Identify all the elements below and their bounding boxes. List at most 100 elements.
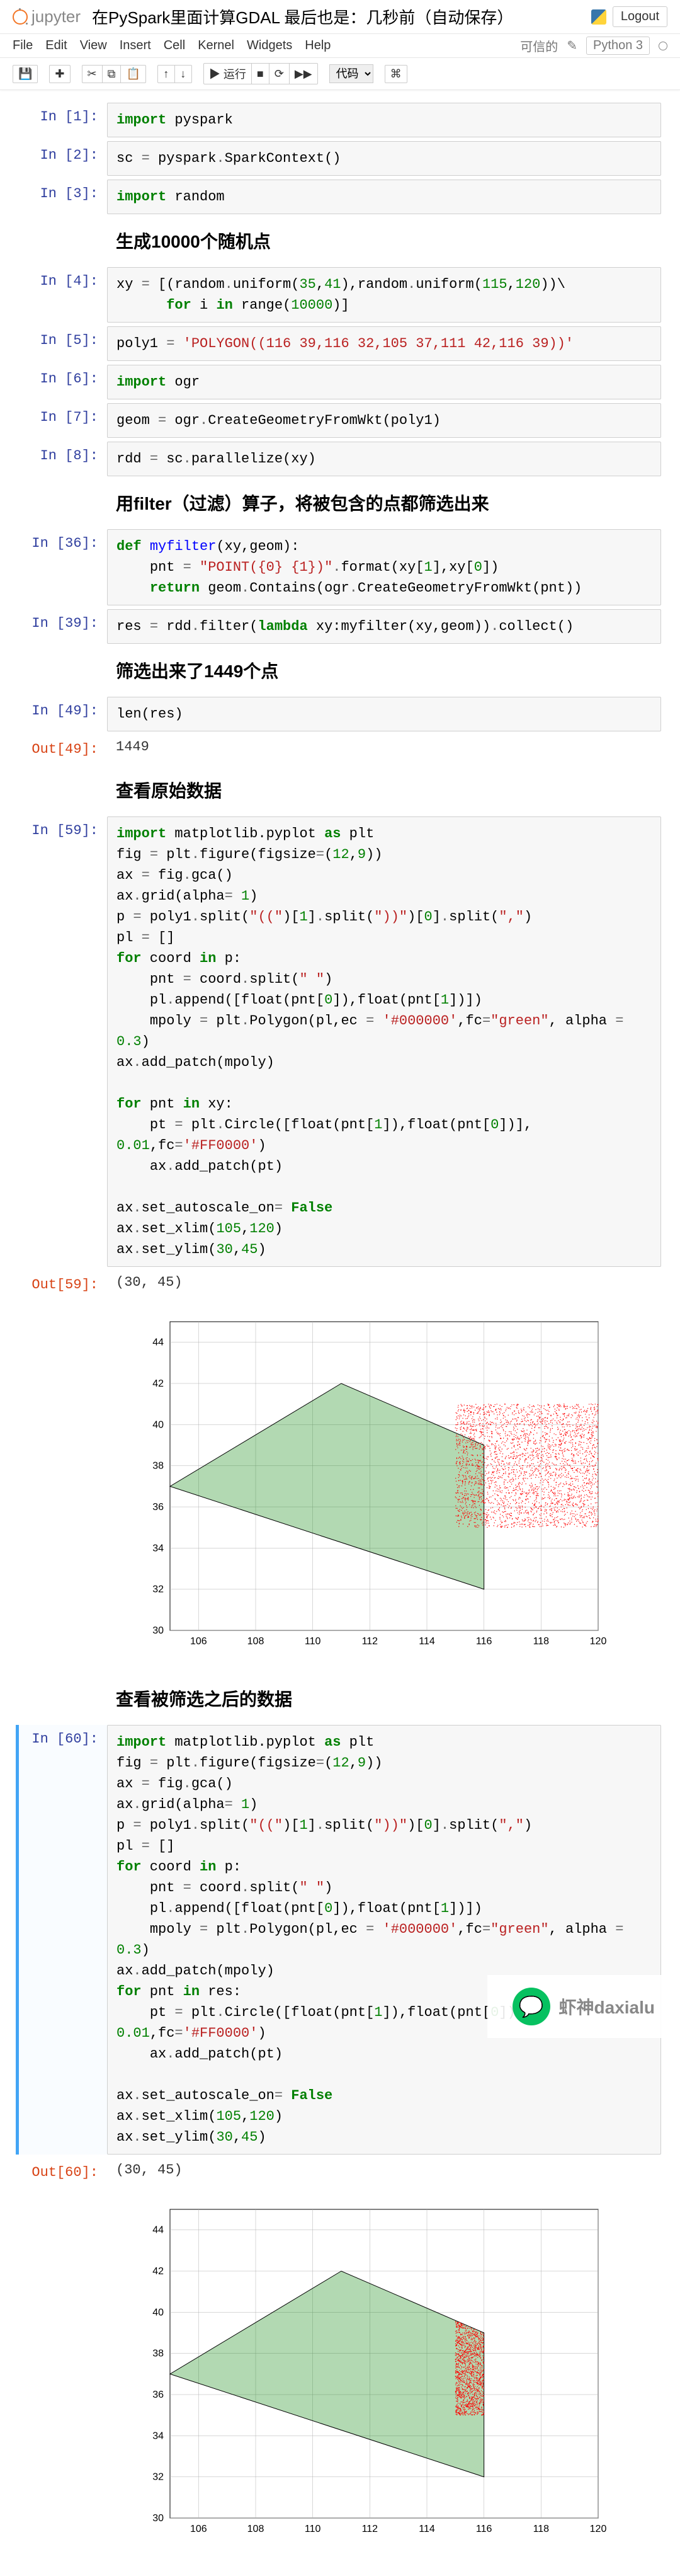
- cell-content[interactable]: xy = [(random.uniform(35,41),random.unif…: [107, 267, 661, 323]
- code-cell[interactable]: In [5]:poly1 = 'POLYGON((116 39,116 32,1…: [19, 326, 661, 361]
- code-cell[interactable]: In [60]:import matplotlib.pyplot as plt …: [16, 1725, 661, 2155]
- header-left: jupyter 在PySpark里面计算GDAL 最后也是：几秒前（自动保存）: [13, 5, 513, 28]
- svg-text:32: 32: [152, 2472, 164, 2483]
- menu-edit[interactable]: Edit: [45, 38, 67, 53]
- output-cell[interactable]: Out[59]:(30, 45): [19, 1271, 661, 1299]
- svg-text:118: 118: [533, 1636, 550, 1647]
- md-cell[interactable]: 筛选出来了1449个点: [19, 648, 661, 693]
- menubar-right: 可信的 ✎ Python 3: [520, 37, 667, 55]
- cell-type-select[interactable]: 代码: [329, 64, 373, 83]
- trusted-label[interactable]: 可信的: [520, 37, 558, 55]
- cell-content: 1449: [107, 735, 661, 764]
- code-cell[interactable]: In [36]:def myfilter(xy,geom): pnt = "PO…: [19, 529, 661, 605]
- cell-content: (30, 45): [107, 1271, 661, 1299]
- code-cell[interactable]: In [59]:import matplotlib.pyplot as plt …: [19, 816, 661, 1267]
- cell-content: 用filter（过滤）算子，将被包含的点都筛选出来: [107, 480, 661, 525]
- plot-svg: 1061081101121141161181203032343638404244: [132, 1309, 611, 1662]
- svg-text:32: 32: [152, 1584, 164, 1595]
- md-heading: 生成10000个随机点: [116, 228, 652, 253]
- cell-content[interactable]: sc = pyspark.SparkContext(): [107, 141, 661, 176]
- prompt: In [39]:: [19, 609, 107, 644]
- svg-text:110: 110: [305, 1636, 321, 1647]
- cell-content[interactable]: import matplotlib.pyplot as plt fig = pl…: [107, 1725, 661, 2155]
- plot-cell[interactable]: 1061081101121141161181203032343638404244: [19, 1303, 661, 1672]
- menu-kernel[interactable]: Kernel: [198, 38, 234, 53]
- menu-widgets[interactable]: Widgets: [247, 38, 292, 53]
- cut-button[interactable]: ✂: [82, 65, 103, 83]
- svg-text:106: 106: [190, 2524, 207, 2534]
- add-cell-button[interactable]: ✚: [49, 65, 70, 83]
- menu-help[interactable]: Help: [305, 38, 331, 53]
- notebook-name[interactable]: 在PySpark里面计算GDAL 最后也是：几秒前（自动保存）: [92, 5, 513, 28]
- svg-text:36: 36: [152, 2390, 164, 2400]
- kernel-name[interactable]: Python 3: [586, 37, 650, 55]
- cell-content[interactable]: poly1 = 'POLYGON((116 39,116 32,105 37,1…: [107, 326, 661, 361]
- code-cell[interactable]: In [6]:import ogr: [19, 365, 661, 399]
- prompt: Out[60]:: [19, 2158, 107, 2187]
- svg-text:36: 36: [152, 1502, 164, 1513]
- md-cell[interactable]: 查看被筛选之后的数据: [19, 1676, 661, 1721]
- prompt: In [5]:: [19, 326, 107, 361]
- md-cell[interactable]: 查看原始数据: [19, 767, 661, 813]
- save-button[interactable]: 💾: [13, 65, 38, 83]
- logo-text: jupyter: [31, 7, 81, 26]
- code-cell[interactable]: In [39]:res = rdd.filter(lambda xy:myfil…: [19, 609, 661, 644]
- paste-button[interactable]: 📋: [120, 65, 145, 83]
- menu-file[interactable]: File: [13, 38, 33, 53]
- cell-content[interactable]: import matplotlib.pyplot as plt fig = pl…: [107, 816, 661, 1267]
- prompt: In [59]:: [19, 816, 107, 1267]
- copy-button[interactable]: ⧉: [102, 65, 122, 83]
- prompt: In [8]:: [19, 442, 107, 476]
- output-cell[interactable]: Out[60]:(30, 45): [19, 2158, 661, 2187]
- move-down-button[interactable]: ↓: [174, 65, 192, 83]
- md-heading: 查看原始数据: [116, 777, 652, 803]
- cell-content: 1061081101121141161181203032343638404244: [107, 2190, 611, 2560]
- prompt: In [4]:: [19, 267, 107, 323]
- cell-content[interactable]: import random: [107, 180, 661, 214]
- menu-cell[interactable]: Cell: [164, 38, 185, 53]
- svg-text:38: 38: [152, 2349, 164, 2359]
- logout-button[interactable]: Logout: [613, 6, 667, 27]
- cell-content[interactable]: res = rdd.filter(lambda xy:myfilter(xy,g…: [107, 609, 661, 644]
- restart-button[interactable]: ⟳: [269, 63, 290, 84]
- cell-content[interactable]: rdd = sc.parallelize(xy): [107, 442, 661, 476]
- stop-button[interactable]: ■: [251, 63, 269, 84]
- code-cell[interactable]: In [2]:sc = pyspark.SparkContext(): [19, 141, 661, 176]
- output-cell[interactable]: Out[49]:1449: [19, 735, 661, 764]
- prompt: [19, 2190, 107, 2560]
- prompt: [19, 1303, 107, 1672]
- code-cell[interactable]: In [7]:geom = ogr.CreateGeometryFromWkt(…: [19, 403, 661, 438]
- prompt: In [6]:: [19, 365, 107, 399]
- code-cell[interactable]: In [3]:import random: [19, 180, 661, 214]
- command-palette-button[interactable]: ⌘: [385, 65, 407, 83]
- md-cell[interactable]: 用filter（过滤）算子，将被包含的点都筛选出来: [19, 480, 661, 525]
- md-heading: 筛选出来了1449个点: [116, 658, 652, 683]
- md-cell[interactable]: 生成10000个随机点: [19, 218, 661, 263]
- run-button[interactable]: ▶ 运行: [203, 63, 252, 84]
- jupyter-logo[interactable]: jupyter: [13, 7, 81, 26]
- watermark-text: 虾神daxialu: [559, 1994, 655, 2019]
- move-up-button[interactable]: ↑: [157, 65, 175, 83]
- code-cell[interactable]: In [1]:import pyspark: [19, 103, 661, 137]
- cell-content[interactable]: import ogr: [107, 365, 661, 399]
- prompt: [19, 218, 107, 263]
- menu-view[interactable]: View: [80, 38, 107, 53]
- code-cell[interactable]: In [8]:rdd = sc.parallelize(xy): [19, 442, 661, 476]
- svg-text:106: 106: [190, 1636, 207, 1647]
- svg-text:118: 118: [533, 2524, 550, 2534]
- run-all-button[interactable]: ▶▶: [289, 63, 318, 84]
- plot-cell[interactable]: 1061081101121141161181203032343638404244: [19, 2190, 661, 2560]
- code-cell[interactable]: In [49]:len(res): [19, 697, 661, 731]
- svg-text:34: 34: [152, 1543, 164, 1554]
- menu-insert[interactable]: Insert: [120, 38, 151, 53]
- prompt: In [36]:: [19, 529, 107, 605]
- cell-content[interactable]: def myfilter(xy,geom): pnt = "POINT({0} …: [107, 529, 661, 605]
- cell-content[interactable]: geom = ogr.CreateGeometryFromWkt(poly1): [107, 403, 661, 438]
- code-cell[interactable]: In [4]:xy = [(random.uniform(35,41),rand…: [19, 267, 661, 323]
- svg-text:120: 120: [590, 1636, 607, 1647]
- svg-text:112: 112: [362, 2524, 378, 2534]
- cell-content: 查看原始数据: [107, 767, 661, 813]
- cell-content[interactable]: import pyspark: [107, 103, 661, 137]
- cell-content[interactable]: len(res): [107, 697, 661, 731]
- edit-icon[interactable]: ✎: [567, 38, 577, 54]
